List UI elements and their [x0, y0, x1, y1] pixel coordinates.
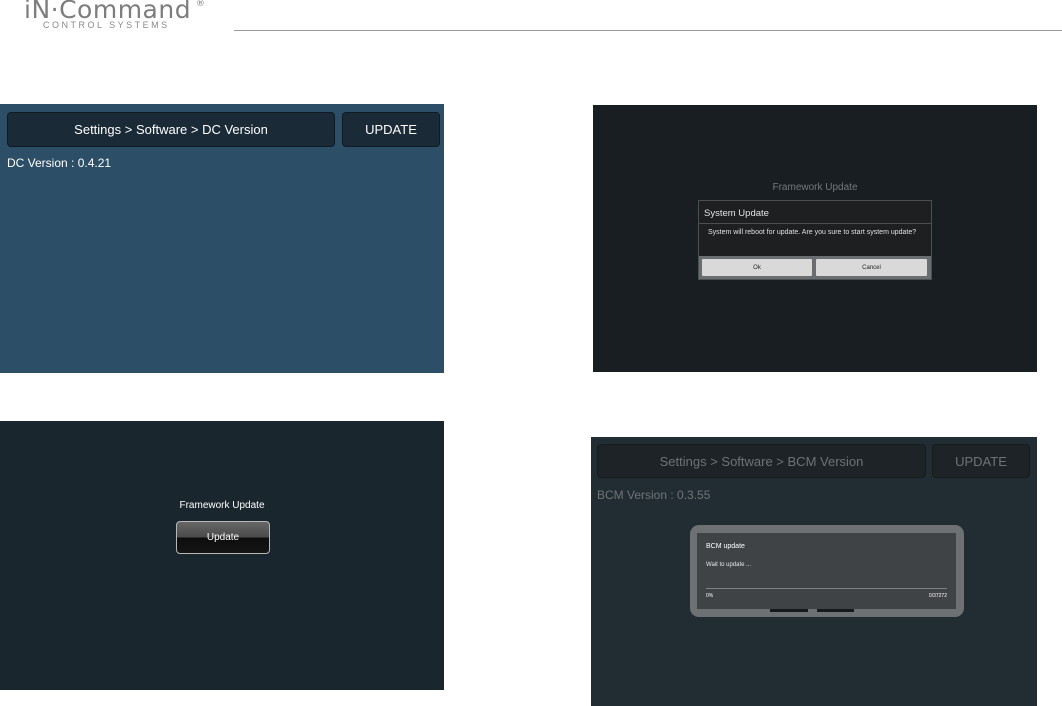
- system-update-confirm-screen: Framework Update System Update System wi…: [593, 105, 1037, 372]
- dialog-divider: [699, 223, 931, 224]
- cancel-button-label: Cancel: [862, 264, 881, 271]
- update-button[interactable]: UPDATE: [932, 444, 1030, 478]
- progress-percent: 0%: [706, 593, 714, 599]
- progress-count: 0/37272: [928, 593, 947, 599]
- bcm-version-text: BCM Version : 0.3.55: [597, 488, 711, 502]
- breadcrumb: Settings > Software > DC Version: [7, 112, 335, 147]
- breadcrumb-text: Settings > Software > DC Version: [74, 122, 268, 137]
- dialog-message: System will reboot for update. Are you s…: [708, 229, 917, 236]
- dialog-title: System Update: [704, 208, 769, 219]
- progress-message: Wait to update ...: [706, 562, 752, 568]
- framework-update-button[interactable]: Update: [176, 521, 270, 554]
- system-update-dialog: System Update System will reboot for upd…: [698, 200, 932, 280]
- ok-button-label: Ok: [753, 264, 761, 271]
- progress-dialog-body: BCM update Wait to update ... 0% 0/37272: [697, 533, 956, 609]
- dc-version-text: DC Version : 0.4.21: [7, 156, 112, 170]
- dialog-button-bar: Ok Cancel: [699, 256, 931, 279]
- update-button[interactable]: UPDATE: [342, 112, 440, 147]
- cancel-button[interactable]: Cancel: [816, 259, 927, 276]
- framework-update-button-label: Update: [206, 532, 240, 543]
- framework-update-screen: Framework Update Update: [0, 421, 444, 690]
- dc-version-screen: Settings > Software > DC Version UPDATE …: [0, 104, 444, 373]
- hidden-button-edge: [770, 609, 808, 612]
- breadcrumb-text: Settings > Software > BCM Version: [659, 453, 864, 469]
- hidden-button-edge: [817, 609, 854, 612]
- progress-title: BCM update: [706, 543, 745, 550]
- logo-tagline: CONTROL SYSTEMS: [43, 20, 170, 30]
- brand-logo: iN·Command ® CONTROL SYSTEMS: [24, 0, 234, 34]
- framework-update-title: Framework Update: [772, 182, 858, 193]
- ok-button[interactable]: Ok: [702, 259, 812, 276]
- update-button-label: UPDATE: [955, 453, 1007, 469]
- bcm-update-progress-dialog: BCM update Wait to update ... 0% 0/37272: [690, 525, 964, 617]
- header-divider: [234, 30, 1062, 31]
- update-button-label: UPDATE: [365, 122, 417, 137]
- framework-update-title: Framework Update: [179, 500, 265, 511]
- bcm-version-screen: Settings > Software > BCM Version UPDATE…: [591, 437, 1037, 706]
- progress-bar: [706, 588, 947, 589]
- breadcrumb: Settings > Software > BCM Version: [597, 444, 926, 478]
- registered-mark: ®: [196, 0, 205, 9]
